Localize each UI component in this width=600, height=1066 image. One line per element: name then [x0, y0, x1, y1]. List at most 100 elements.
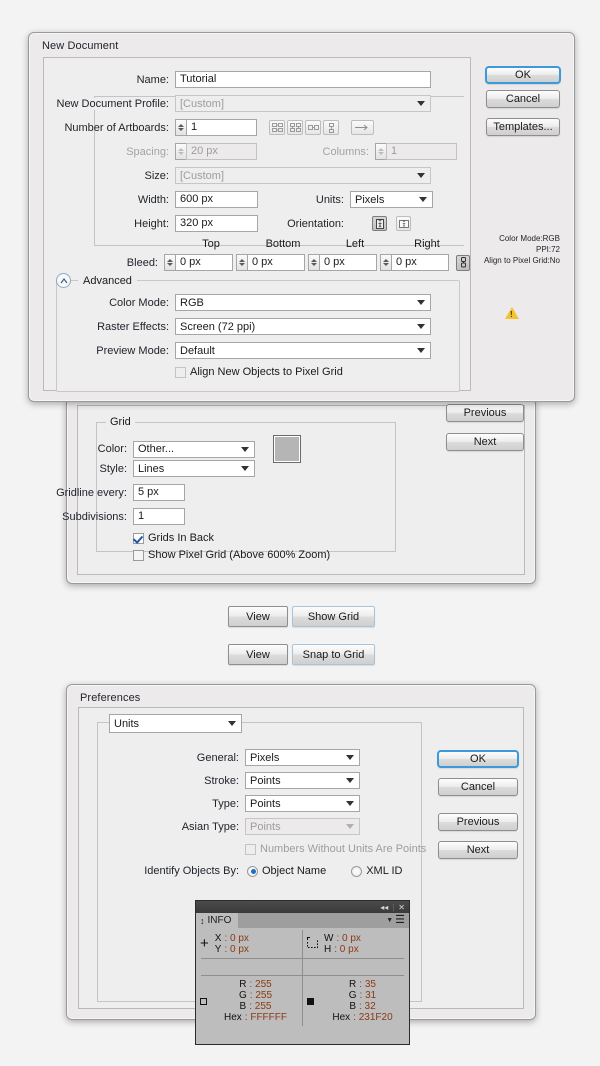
info-tab[interactable]: ↕ INFO	[196, 913, 239, 928]
grid-dialog-body: Grid Color: Other... Style: Lines Gridli…	[56, 404, 525, 575]
bleed-bottom-spinner[interactable]	[236, 254, 247, 271]
name-label: Name:	[136, 73, 169, 86]
grid-next-button[interactable]: Next	[446, 433, 524, 451]
bleed-right-input[interactable]: 0 px	[391, 254, 449, 271]
artboard-grid-rows-icon[interactable]	[269, 120, 285, 135]
bleed-bottom-input[interactable]: 0 px	[247, 254, 305, 271]
collapse-toggle-icon[interactable]	[56, 273, 71, 288]
raster-effects-label: Raster Effects:	[97, 320, 169, 333]
subdivisions-input[interactable]: 1	[133, 508, 185, 525]
preview-mode-value: Default	[180, 344, 215, 357]
preview-mode-select[interactable]: Default	[175, 342, 431, 359]
artboard-column-icon[interactable]	[323, 120, 339, 135]
grid-color-swatch[interactable]	[273, 435, 301, 463]
view-menu-button-1[interactable]: View	[228, 606, 288, 627]
grids-in-back-row[interactable]: Grids In Back	[133, 532, 214, 544]
show-grid-menu-item[interactable]: Show Grid	[292, 606, 375, 627]
show-pixel-grid-checkbox[interactable]	[133, 549, 144, 561]
bleed-left-input[interactable]: 0 px	[319, 254, 377, 271]
grid-color-row: Color: Other...	[0, 435, 301, 463]
info-x-value: : 0 px	[224, 933, 249, 944]
bleed-right-stepper[interactable]: 0 px	[380, 254, 449, 271]
bleed-top-input[interactable]: 0 px	[175, 254, 233, 271]
align-pixel-grid-checkbox[interactable]	[175, 366, 186, 378]
size-label: Size:	[144, 169, 169, 182]
units-select[interactable]: Pixels	[350, 191, 433, 208]
grids-in-back-checkbox[interactable]	[133, 532, 144, 544]
show-pixel-grid-row[interactable]: Show Pixel Grid (Above 600% Zoom)	[133, 549, 330, 561]
artboard-row-icon[interactable]	[305, 120, 321, 135]
type-units-select[interactable]: Points	[245, 795, 360, 812]
gridline-every-input[interactable]: 5 px	[133, 484, 185, 501]
grid-previous-button[interactable]: Previous	[446, 404, 524, 422]
bleed-left-spinner[interactable]	[308, 254, 319, 271]
grid-preferences-dialog: Grid Color: Other... Style: Lines Gridli…	[56, 398, 536, 584]
artboards-input[interactable]: 1	[186, 119, 257, 136]
info-row-position-size: + X : 0 px Y : 0 px W: 0 px H: 0 px	[196, 930, 409, 958]
identify-option-object-name[interactable]: Object Name	[247, 865, 326, 877]
artboards-stepper[interactable]: 1	[175, 119, 257, 136]
info-panel: ◂◂ | ✕ ↕ INFO ▼ ☰ + X : 0 px Y: 0 px W …	[195, 900, 410, 1045]
width-input[interactable]: 600 px	[175, 191, 258, 208]
chevron-down-icon	[346, 778, 354, 783]
columns-input: 1	[386, 143, 457, 160]
view-menu-button-2[interactable]: View	[228, 644, 288, 665]
new-document-cancel-button[interactable]: Cancel	[486, 90, 560, 108]
panel-menu-icon[interactable]: ☰	[395, 915, 405, 926]
chevron-down-icon	[417, 324, 425, 329]
snap-to-grid-menu-item[interactable]: Snap to Grid	[292, 644, 375, 665]
type-units-value: Points	[250, 797, 281, 810]
preferences-ok-button[interactable]: OK	[437, 750, 519, 768]
advanced-header[interactable]: Advanced	[56, 273, 444, 288]
color-mode-select[interactable]: RGB	[175, 294, 431, 311]
artboard-grid-columns-icon[interactable]	[287, 120, 303, 135]
new-document-ok-button[interactable]: OK	[485, 66, 561, 84]
new-document-templates-button[interactable]: Templates...	[486, 118, 560, 136]
type-units-label: Type:	[212, 797, 239, 810]
preferences-previous-button[interactable]: Previous	[438, 813, 518, 831]
height-value: 320 px	[180, 217, 214, 229]
menu-step-show-grid: View Show Grid	[228, 606, 375, 627]
general-units-select[interactable]: Pixels	[245, 749, 360, 766]
bleed-top-spinner[interactable]	[164, 254, 175, 271]
info-position-cell: + X : 0 px Y : 0 px	[196, 930, 302, 958]
size-select[interactable]: [Custom]	[175, 167, 431, 184]
chevron-down-icon	[417, 173, 425, 178]
orientation-landscape-icon[interactable]	[396, 216, 411, 231]
bleed-left-stepper[interactable]: 0 px	[308, 254, 377, 271]
bleed-right-value: 0 px	[396, 256, 417, 268]
align-pixel-grid-row[interactable]: Align New Objects to Pixel Grid	[175, 366, 343, 378]
color-mode-row: Color Mode: RGB	[44, 294, 470, 311]
orientation-portrait-icon[interactable]	[372, 216, 387, 231]
artboard-arrangement-group[interactable]	[269, 120, 339, 135]
stroke-units-select[interactable]: Points	[245, 772, 360, 789]
info-size-cell: W : 0 px H : 0 px	[303, 930, 409, 958]
preferences-next-button[interactable]: Next	[438, 841, 518, 859]
new-document-title: New Document	[42, 40, 119, 52]
close-icon[interactable]: ✕	[398, 903, 405, 912]
preferences-cancel-button[interactable]: Cancel	[438, 778, 518, 796]
grid-color-select[interactable]: Other...	[133, 440, 255, 458]
profile-label: New Document Profile:	[44, 97, 169, 110]
xml-id-radio[interactable]	[351, 865, 363, 877]
preferences-section-select[interactable]: Units	[109, 714, 242, 733]
orientation-group[interactable]	[372, 216, 411, 231]
bleed-link-icon[interactable]	[456, 254, 470, 271]
bleed-top-stepper[interactable]: 0 px	[164, 254, 233, 271]
artboards-spinner[interactable]	[175, 119, 186, 136]
artboard-direction-icon[interactable]	[351, 120, 374, 135]
identify-option-xml-id[interactable]: XML ID	[351, 865, 402, 877]
chevron-down-icon	[346, 824, 354, 829]
height-input[interactable]: 320 px	[175, 215, 258, 232]
bleed-bottom-stepper[interactable]: 0 px	[236, 254, 305, 271]
info-row-empty	[196, 959, 409, 975]
bleed-right-spinner[interactable]	[380, 254, 391, 271]
raster-effects-select[interactable]: Screen (72 ppi)	[175, 318, 431, 335]
object-name-radio[interactable]	[247, 865, 258, 877]
collapse-panel-icon[interactable]: ◂◂	[380, 903, 388, 912]
grid-style-select[interactable]: Lines	[133, 460, 255, 477]
profile-select[interactable]: [Custom]	[175, 95, 431, 112]
name-input[interactable]: Tutorial	[175, 71, 431, 88]
numbers-without-units-label: Numbers Without Units Are Points	[260, 843, 427, 855]
spacing-input: 20 px	[186, 143, 257, 160]
